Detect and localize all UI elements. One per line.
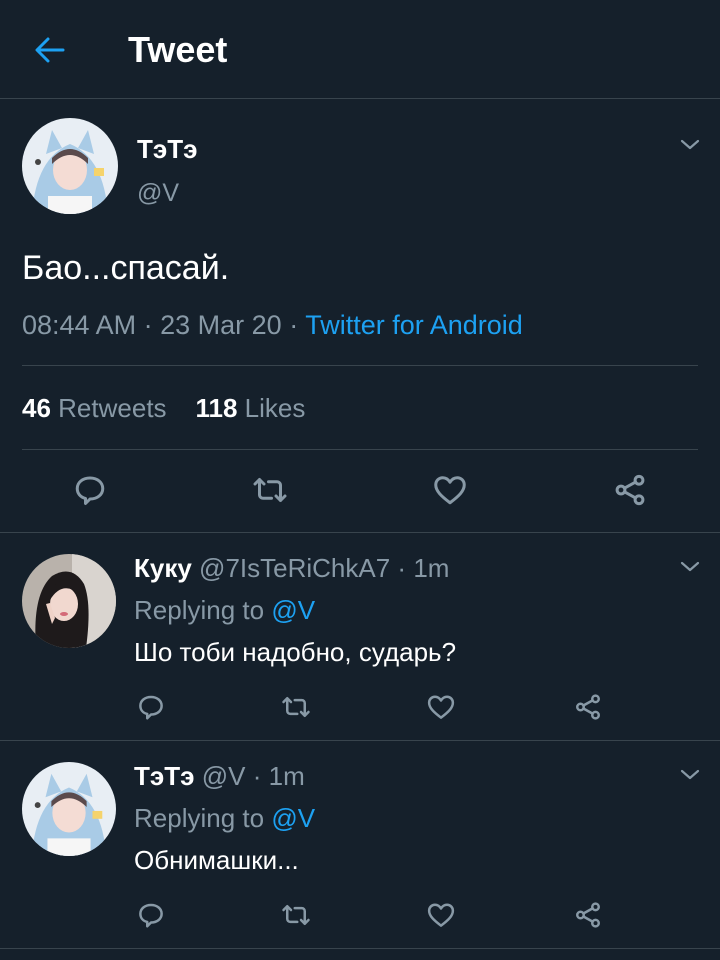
stats-divider <box>22 449 698 450</box>
avatar-image <box>22 762 116 856</box>
share-icon <box>576 694 600 720</box>
reply-icon <box>139 903 163 928</box>
retweet-icon <box>253 478 287 502</box>
meta-separator: · <box>289 310 299 340</box>
replying-to: Replying to @V <box>134 594 315 626</box>
author-handle[interactable]: @V <box>137 178 179 208</box>
reply-author-name[interactable]: ТэТэ <box>134 761 194 791</box>
back-arrow-icon <box>35 37 65 63</box>
tweet-menu-button[interactable] <box>678 762 702 786</box>
like-icon <box>434 476 466 505</box>
page-title: Tweet <box>128 29 228 70</box>
reply-text: Обнимашки... <box>134 845 299 875</box>
meta-separator: · <box>143 310 153 340</box>
reply-icon <box>75 476 105 505</box>
reply-divider <box>0 740 720 741</box>
share-icon <box>576 902 600 928</box>
chevron-down-icon <box>680 139 700 150</box>
tweet-divider <box>0 532 720 533</box>
reply-button[interactable] <box>134 690 168 724</box>
tweet-meta: 08:44 AM · 23 Mar 20 · Twitter for Andro… <box>22 309 523 341</box>
reply-icon <box>139 695 163 720</box>
tweet-menu-button[interactable] <box>678 132 702 156</box>
retweets-label: Retweets <box>58 393 167 423</box>
share-button[interactable] <box>571 690 605 724</box>
tweet-stats: 46 Retweets 118 Likes <box>22 392 305 424</box>
like-button[interactable] <box>424 690 458 724</box>
retweet-icon <box>282 905 310 925</box>
replying-mention[interactable]: @V <box>271 595 315 625</box>
avatar[interactable] <box>22 554 116 648</box>
replying-to: Replying to @V <box>134 802 315 834</box>
replying-label: Replying to <box>134 803 265 833</box>
reply-author-handle[interactable]: @7IsTeRiChkA7 <box>199 553 390 583</box>
header-divider <box>0 98 720 99</box>
avatar[interactable] <box>22 118 118 214</box>
tweet-source-link[interactable]: Twitter for Android <box>305 310 523 340</box>
replying-mention[interactable]: @V <box>271 803 315 833</box>
chevron-down-icon <box>680 561 700 572</box>
top-bar: Tweet <box>0 0 720 98</box>
reply-button[interactable] <box>70 470 110 510</box>
reply-header: ТэТэ @V · 1m <box>134 760 305 792</box>
reply-separator: · <box>397 553 407 583</box>
tweet-menu-button[interactable] <box>678 554 702 578</box>
avatar[interactable] <box>22 762 116 856</box>
retweet-button[interactable] <box>279 898 313 932</box>
share-icon <box>615 474 645 506</box>
tweet-date: 23 Mar 20 <box>160 310 282 340</box>
back-button[interactable] <box>28 30 72 70</box>
author-name[interactable]: ТэТэ <box>137 134 197 164</box>
reply-separator: · <box>252 761 262 791</box>
tweet-text: Бао...спасай. <box>22 249 230 287</box>
retweet-icon <box>282 697 310 717</box>
reply-button[interactable] <box>134 898 168 932</box>
likes-label: Likes <box>244 393 306 423</box>
reply-time: 1m <box>413 553 450 583</box>
retweets-stat[interactable]: 46 Retweets <box>22 393 167 423</box>
meta-divider <box>22 365 698 366</box>
like-icon <box>427 903 455 927</box>
tweet-time: 08:44 AM <box>22 310 137 340</box>
share-button[interactable] <box>571 898 605 932</box>
reply-text: Шо тоби надобно, сударь? <box>134 637 457 667</box>
retweet-button[interactable] <box>250 470 290 510</box>
retweet-button[interactable] <box>279 690 313 724</box>
likes-count: 118 <box>195 393 238 423</box>
like-button[interactable] <box>424 898 458 932</box>
reply-author-name[interactable]: Куку <box>134 553 192 583</box>
retweets-count: 46 <box>22 393 51 423</box>
like-icon <box>427 695 455 719</box>
like-button[interactable] <box>430 470 470 510</box>
likes-stat[interactable]: 118 Likes <box>195 393 305 423</box>
replying-label: Replying to <box>134 595 265 625</box>
chevron-down-icon <box>680 769 700 780</box>
avatar-image <box>22 118 118 214</box>
reply-author-handle[interactable]: @V <box>202 761 246 791</box>
share-button[interactable] <box>610 470 650 510</box>
avatar-image <box>22 554 116 648</box>
reply-divider <box>0 948 720 949</box>
reply-time: 1m <box>268 761 305 791</box>
reply-header: Куку @7IsTeRiChkA7 · 1m <box>134 552 449 584</box>
